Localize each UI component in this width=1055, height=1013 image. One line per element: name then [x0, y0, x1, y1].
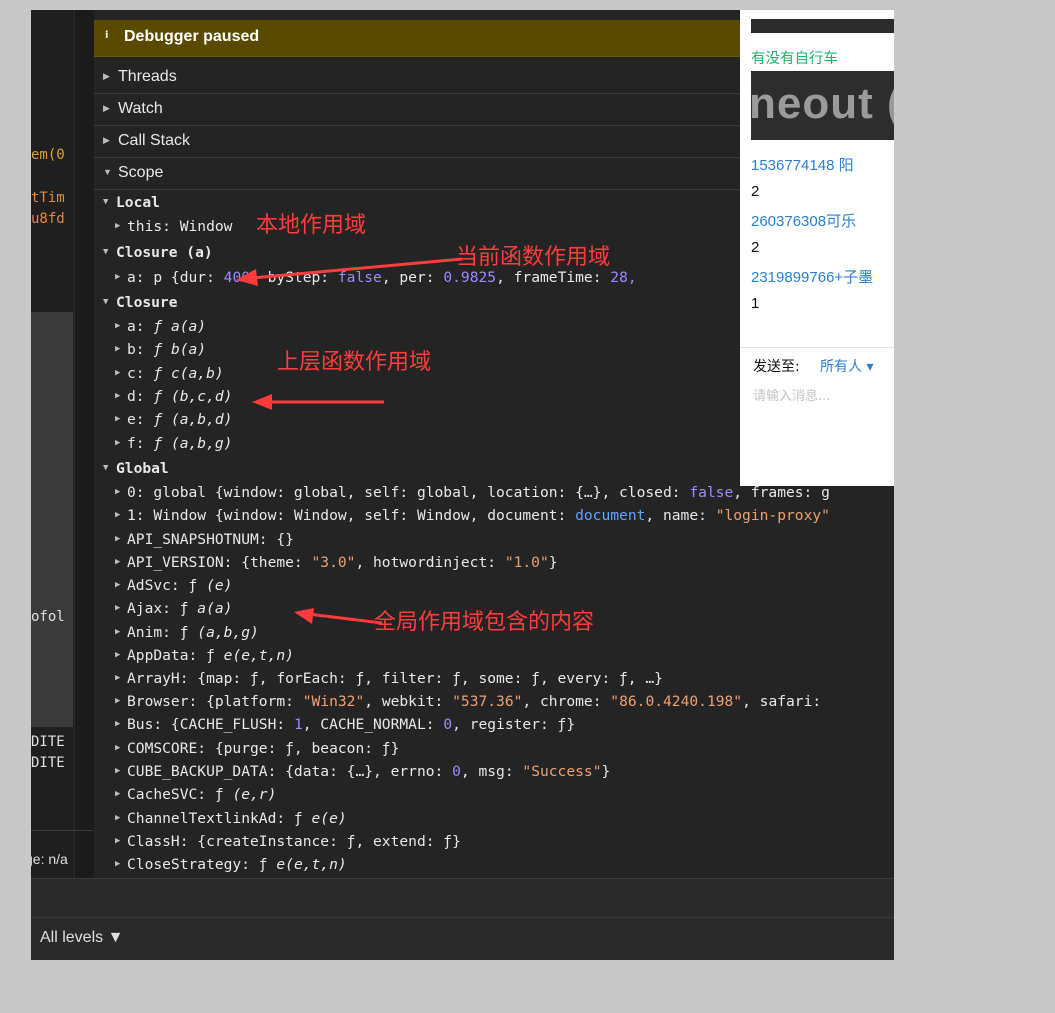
expand-triangle-icon: ▶: [115, 836, 121, 846]
expand-triangle-icon: ▶: [115, 368, 121, 378]
expand-triangle-icon: ▶: [103, 135, 110, 145]
chat-sender: 2319899766+子墨: [751, 269, 874, 286]
chat-sender: 260376308可乐: [751, 213, 857, 230]
message-input[interactable]: 请输入消息...: [753, 385, 830, 404]
source-code-strip: em(0 tTim u8fd ofol DITE DITE ge: n/a: [31, 10, 94, 878]
annotation-global: 全局作用域包含的内容: [374, 610, 595, 635]
code-fragment: u8fd: [31, 211, 65, 227]
expand-triangle-icon: ▶: [115, 534, 121, 544]
expand-triangle-icon: ▶: [115, 438, 121, 448]
expand-triangle-icon: ▶: [115, 627, 121, 637]
expand-triangle-icon: ▶: [115, 391, 121, 401]
expand-triangle-icon: ▶: [103, 103, 110, 113]
expand-triangle-icon: ▶: [115, 859, 121, 869]
divider: [31, 917, 894, 918]
chat-image-text: neout (as: [751, 79, 894, 128]
arrow-icon: [236, 257, 463, 286]
divider: [740, 347, 894, 348]
collapse-triangle-icon: ▼: [103, 247, 109, 257]
expand-triangle-icon: ▶: [115, 673, 121, 683]
collapse-triangle-icon: ▼: [103, 197, 109, 207]
coverage-footer: ge: n/a: [31, 830, 93, 879]
annotation-closure: 上层函数作用域: [277, 350, 432, 375]
line-gutter: [74, 10, 94, 878]
expand-triangle-icon: ▶: [115, 603, 121, 613]
chat-image: neout (as: [751, 71, 894, 140]
annotation-local: 本地作用域: [256, 213, 367, 238]
chat-sender: 1536774148 阳: [751, 157, 854, 174]
expand-triangle-icon: ▶: [115, 510, 121, 520]
page-label: ge: n/a: [31, 851, 68, 867]
recipient-dropdown[interactable]: 所有人 ▾: [820, 356, 873, 376]
annotation-closure-a: 当前函数作用域: [456, 245, 611, 270]
chat-message: 2: [751, 239, 760, 256]
log-levels-dropdown[interactable]: All levels ▼: [40, 929, 123, 947]
chat-panel: 有没有自行车 neout (as 1536774148 阳 2 26037630…: [740, 10, 894, 486]
expand-triangle-icon: ▶: [115, 487, 121, 497]
arrow-icon: [252, 394, 384, 410]
code-fragment: em(0: [31, 147, 65, 163]
expand-triangle-icon: ▶: [115, 414, 121, 424]
expand-triangle-icon: ▶: [115, 766, 121, 776]
scope-label: Scope: [118, 164, 164, 181]
devtools-screenshot: em(0 tTim u8fd ofol DITE DITE ge: n/a i …: [31, 10, 894, 960]
threads-label: Threads: [118, 68, 177, 85]
watch-label: Watch: [118, 100, 163, 117]
console-toolbar: All levels ▼: [31, 878, 894, 960]
expand-triangle-icon: ▶: [115, 719, 121, 729]
expand-triangle-icon: ▶: [115, 321, 121, 331]
chat-message: 1: [751, 295, 760, 312]
chat-header-bar: [751, 19, 894, 33]
debugger-paused-label: Debugger paused: [124, 28, 260, 45]
code-fragment: tTim: [31, 190, 65, 206]
debugger-sidebar: i Debugger paused ▶ Threads ▶ Watch ▶ Ca…: [94, 10, 894, 878]
chat-message: 有没有自行车: [751, 51, 838, 67]
expand-triangle-icon: ▶: [115, 580, 121, 590]
code-fragment: DITE: [31, 734, 65, 750]
expand-triangle-icon: ▶: [115, 272, 121, 282]
expand-triangle-icon: ▶: [115, 789, 121, 799]
call-stack-label: Call Stack: [118, 132, 191, 149]
info-icon: i: [105, 30, 109, 41]
arrow-icon: [294, 608, 383, 625]
expand-triangle-icon: ▶: [115, 696, 121, 706]
expand-triangle-icon: ▶: [115, 650, 121, 660]
send-to-label: 发送至:: [753, 359, 800, 375]
code-fragment: ofol: [31, 609, 65, 625]
expand-triangle-icon: ▶: [115, 221, 121, 231]
expand-triangle-icon: ▶: [115, 344, 121, 354]
expand-triangle-icon: ▶: [115, 557, 121, 567]
chat-message: 2: [751, 183, 760, 200]
highlighted-code-block: [31, 312, 73, 727]
collapse-triangle-icon: ▼: [103, 297, 109, 307]
expand-triangle-icon: ▶: [115, 813, 121, 823]
expand-triangle-icon: ▶: [115, 743, 121, 753]
collapse-triangle-icon: ▼: [103, 463, 109, 473]
expand-triangle-icon: ▶: [103, 71, 110, 81]
collapse-triangle-icon: ▼: [103, 167, 112, 177]
code-fragment: DITE: [31, 755, 65, 771]
